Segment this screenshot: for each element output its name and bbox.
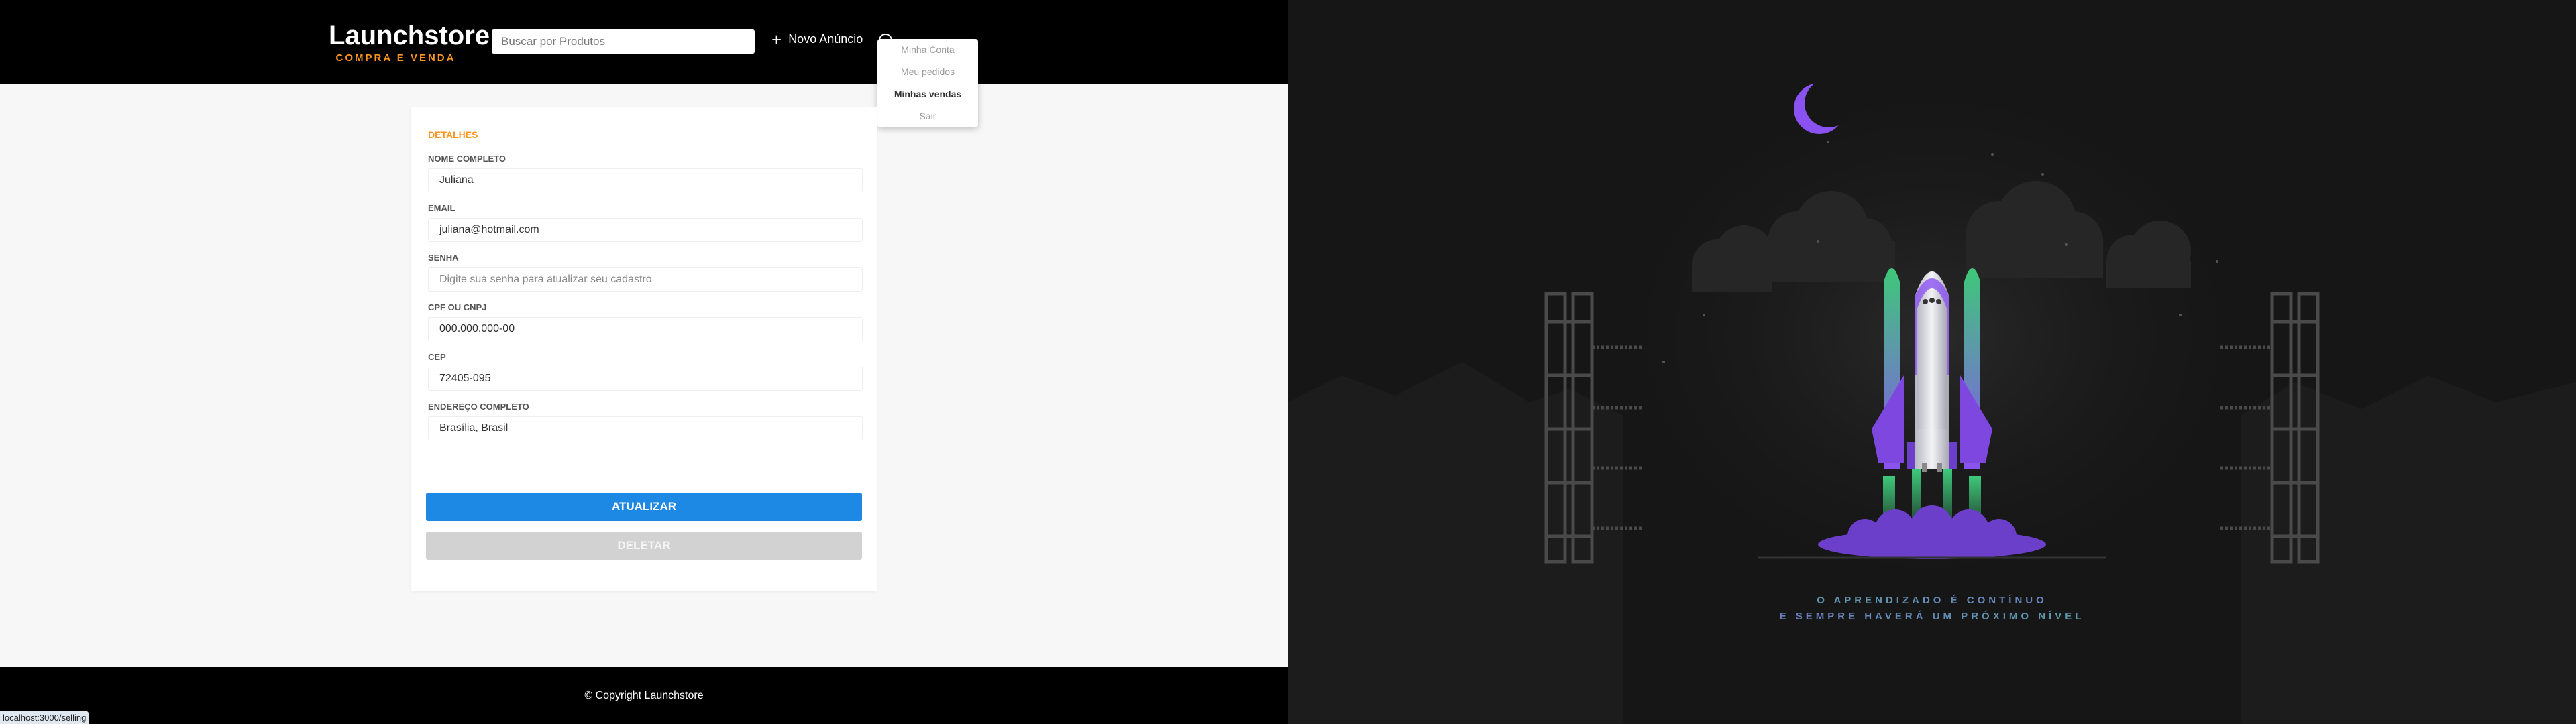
plus-icon: + [771, 29, 782, 50]
field-label: SENHA [428, 253, 459, 263]
search-input[interactable] [492, 29, 755, 54]
menu-item-logout[interactable]: Sair [877, 105, 978, 127]
menu-item-my-account[interactable]: Minha Conta [877, 39, 978, 61]
cpf-cnpj-input[interactable] [428, 317, 863, 341]
menu-item-my-sales[interactable]: Minhas vendas [877, 83, 978, 105]
address-input[interactable] [428, 416, 863, 440]
app-panel: Launchstore COMPRA E VENDA + Novo Anúnci… [0, 0, 1288, 724]
full-name-input[interactable] [428, 168, 863, 192]
password-input[interactable] [428, 267, 863, 292]
cep-input[interactable] [428, 367, 863, 391]
field-label: CEP [428, 352, 446, 362]
update-button[interactable]: ATUALIZAR [426, 493, 862, 521]
account-dropdown-menu: Minha Conta Meu pedidos Minhas vendas Sa… [877, 39, 978, 127]
logo[interactable]: Launchstore COMPRA E VENDA [329, 20, 490, 64]
field-email: EMAIL [428, 203, 863, 242]
menu-item-my-orders[interactable]: Meu pedidos [877, 61, 978, 83]
logo-subtitle: COMPRA E VENDA [335, 52, 456, 64]
field-cpf-cnpj: CPF OU CNPJ [428, 302, 863, 341]
field-label: CPF OU CNPJ [428, 302, 487, 312]
tagline-line-1: O APRENDIZADO É CONTÍNUO [1288, 593, 2576, 609]
footer-copyright: © Copyright Launchstore [584, 690, 704, 701]
field-label: EMAIL [428, 203, 455, 213]
field-label: NOME COMPLETO [428, 154, 506, 164]
logo-title: Launchstore [329, 21, 490, 50]
field-label: ENDEREÇO COMPLETO [428, 402, 529, 412]
footer: © Copyright Launchstore [0, 667, 1288, 724]
rocket-body [1915, 272, 1949, 472]
field-address: ENDEREÇO COMPLETO [428, 402, 863, 440]
new-ad-link[interactable]: + Novo Anúncio [771, 29, 863, 50]
illustration-panel: O APRENDIZADO É CONTÍNUO E SEMPRE HAVERÁ… [1288, 0, 2576, 724]
top-header: Launchstore COMPRA E VENDA + Novo Anúnci… [0, 0, 1288, 84]
tagline: O APRENDIZADO É CONTÍNUO E SEMPRE HAVERÁ… [1288, 593, 2576, 625]
delete-button[interactable]: DELETAR [426, 532, 862, 560]
field-cep: CEP [428, 352, 863, 391]
status-bar-url: localhost:3000/selling [0, 711, 89, 724]
field-password: SENHA [428, 253, 863, 292]
email-input[interactable] [428, 218, 863, 242]
section-title: DETALHES [428, 129, 478, 140]
account-form-card: DETALHES NOME COMPLETO EMAIL SENHA CPF O… [411, 107, 877, 591]
tagline-line-2: E SEMPRE HAVERÁ UM PRÓXIMO NÍVEL [1288, 609, 2576, 625]
field-full-name: NOME COMPLETO [428, 154, 863, 192]
new-ad-label: Novo Anúncio [788, 32, 863, 46]
